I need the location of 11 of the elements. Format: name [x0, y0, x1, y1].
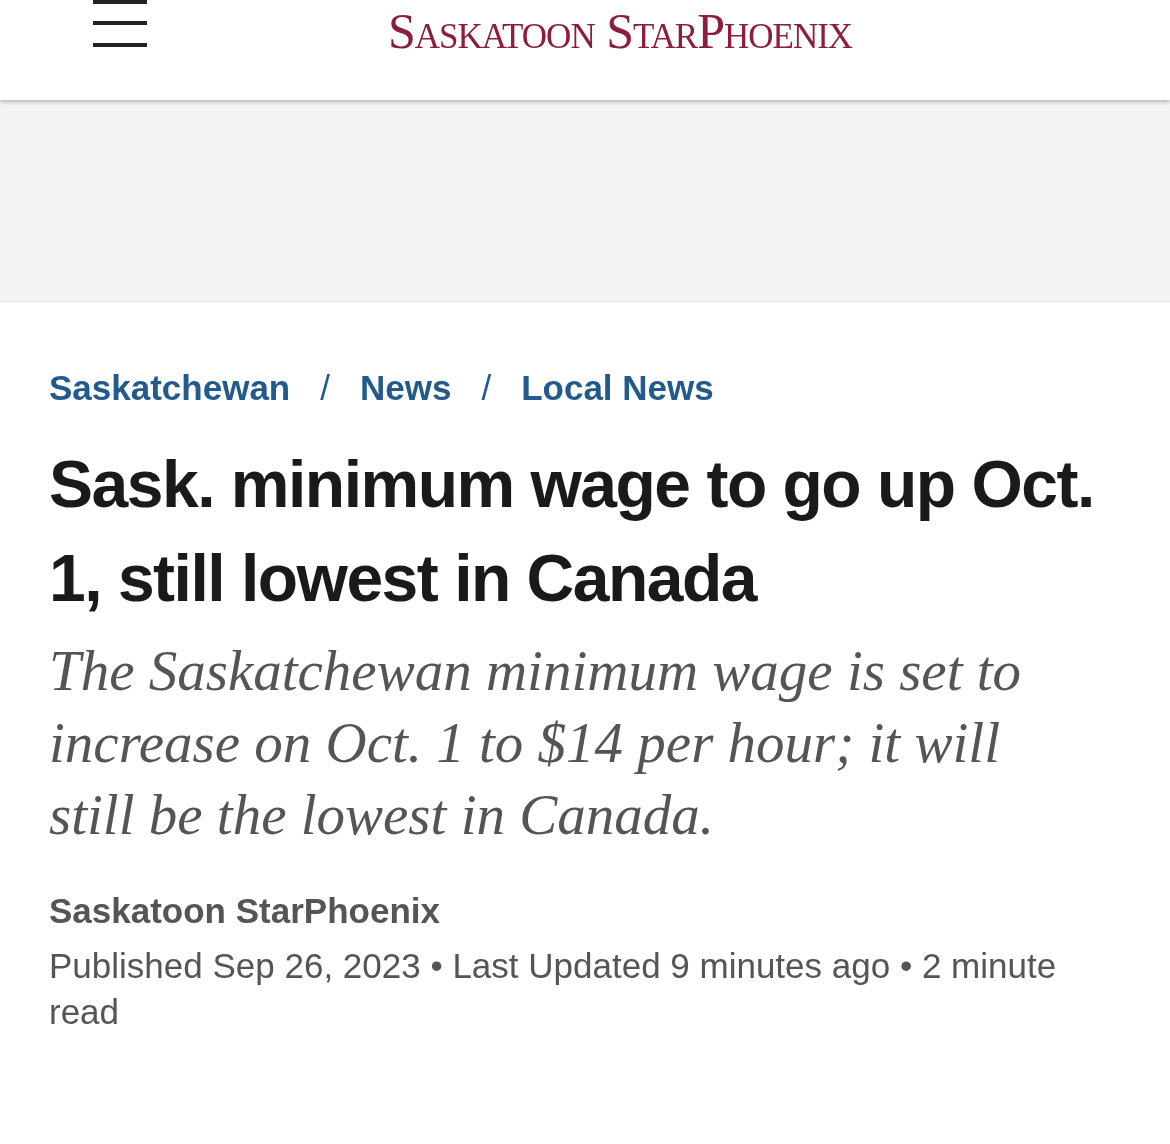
headline: Sask. minimum wage to go up Oct. 1, still lowest in Canada — [49, 445, 1095, 617]
breadcrumb-link[interactable]: Local News — [521, 362, 714, 415]
author-name: Saskatoon StarPhoenix — [49, 889, 441, 932]
breadcrumb-separator: / — [481, 367, 492, 409]
breadcrumb-separator: / — [320, 367, 330, 409]
menu-icon[interactable] — [93, 0, 147, 48]
site-logo[interactable]: Saskatoon StarPhoenix — [317, 6, 853, 56]
breadcrumb-link[interactable]: News — [360, 362, 452, 415]
publish-info: Published Sep 26, 2023 • Last Updated 9 minutes ago • 2 minute read — [49, 945, 1058, 1033]
breadcrumb-link[interactable]: Saskatchewan — [49, 362, 291, 415]
article-summary: The Saskatchewan minimum wage is set to increase on Oct. 1 to $14 per hour; it will still be the lowest in Canada. — [49, 637, 1023, 848]
